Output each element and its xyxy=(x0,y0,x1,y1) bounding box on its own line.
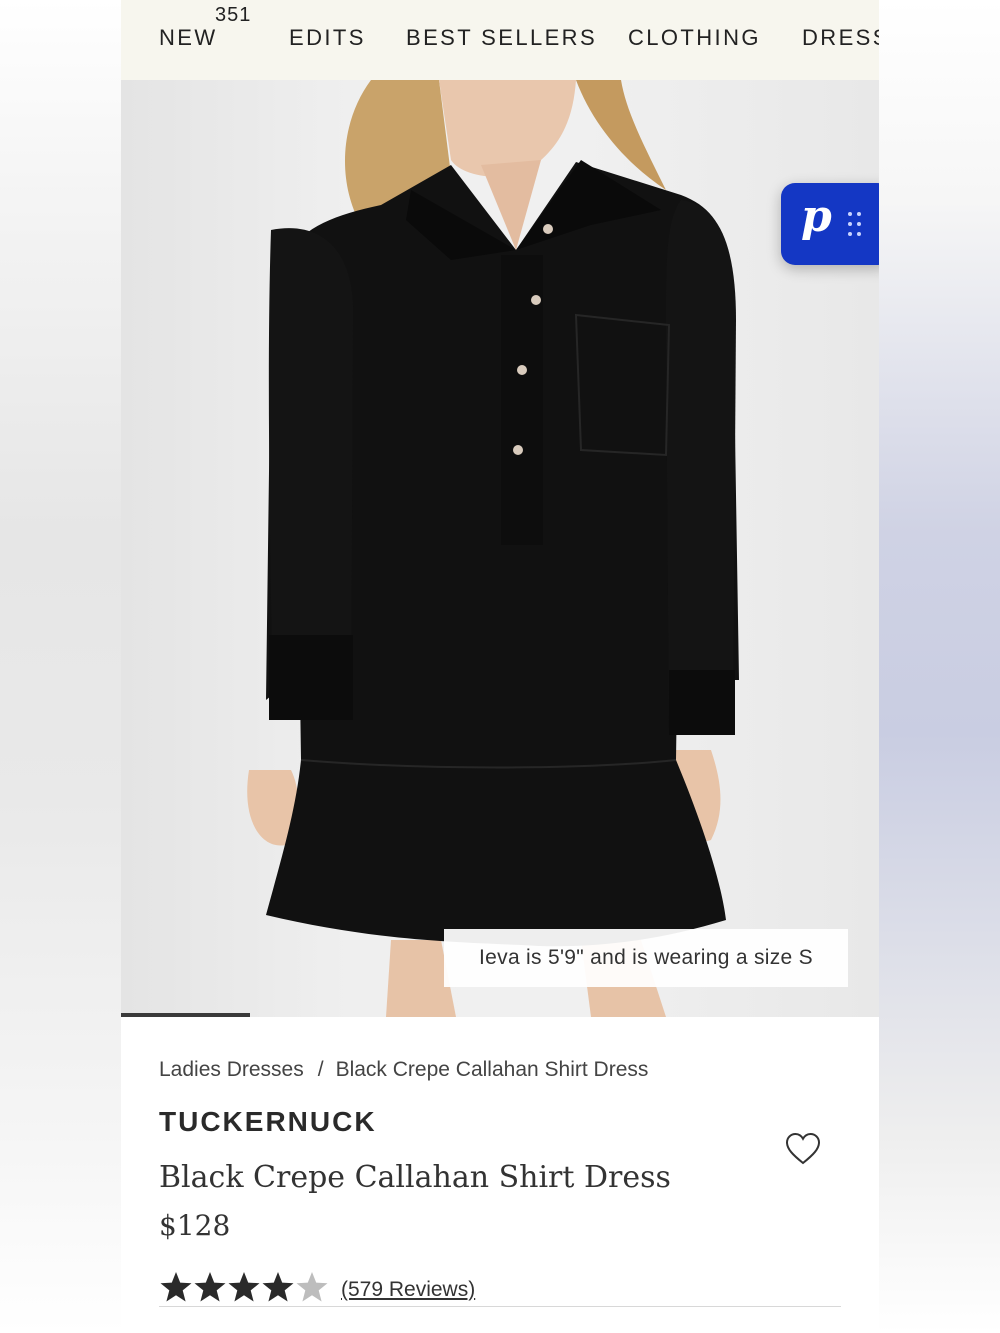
star-filled-icon xyxy=(160,1272,192,1302)
product-photo xyxy=(247,80,739,1017)
star-filled-icon xyxy=(262,1272,294,1302)
product-title: Black Crepe Callahan Shirt Dress xyxy=(159,1160,671,1195)
brand-name[interactable]: TUCKERNUCK xyxy=(159,1106,377,1138)
breadcrumb-separator: / xyxy=(317,1058,324,1081)
reviews-link[interactable]: (579 Reviews) xyxy=(341,1278,475,1302)
backdrop-left xyxy=(0,0,121,1333)
nav-new-badge: 351 xyxy=(215,4,252,26)
top-navigation: NEW 351 EDITS BEST SELLERS CLOTHING DRES… xyxy=(121,0,879,80)
heart-icon[interactable] xyxy=(785,1132,821,1166)
carousel-progress-bar xyxy=(121,1013,250,1017)
product-image-carousel[interactable]: Ieva is 5'9" and is wearing a size S xyxy=(121,80,879,1017)
breadcrumb: Ladies Dresses / Black Crepe Callahan Shir… xyxy=(159,1058,648,1082)
nav-item-best-sellers[interactable]: BEST SELLERS xyxy=(406,25,597,51)
breadcrumb-current: Black Crepe Callahan Shirt Dress xyxy=(335,1058,649,1081)
rating-stars xyxy=(159,1270,329,1309)
star-filled-icon xyxy=(228,1272,260,1302)
nav-item-new[interactable]: NEW xyxy=(159,25,218,51)
star-empty-icon xyxy=(296,1272,328,1302)
assistant-logo: p xyxy=(801,191,832,242)
nav-item-dresses[interactable]: DRESS xyxy=(802,25,879,51)
star-filled-icon xyxy=(194,1272,226,1302)
product-page: NEW 351 EDITS BEST SELLERS CLOTHING DRES… xyxy=(121,0,879,1333)
product-rating[interactable]: (579 Reviews) xyxy=(159,1270,475,1309)
product-price: $128 xyxy=(159,1209,231,1242)
section-divider xyxy=(159,1306,841,1307)
nav-item-clothing[interactable]: CLOTHING xyxy=(628,25,761,51)
assistant-button[interactable]: p xyxy=(781,183,879,265)
backdrop-right xyxy=(879,0,1000,1333)
nav-item-edits[interactable]: EDITS xyxy=(289,25,366,51)
breadcrumb-parent-link[interactable]: Ladies Dresses xyxy=(159,1058,304,1081)
model-size-caption: Ieva is 5'9" and is wearing a size S xyxy=(444,929,848,987)
grip-dots-icon[interactable] xyxy=(847,211,863,237)
